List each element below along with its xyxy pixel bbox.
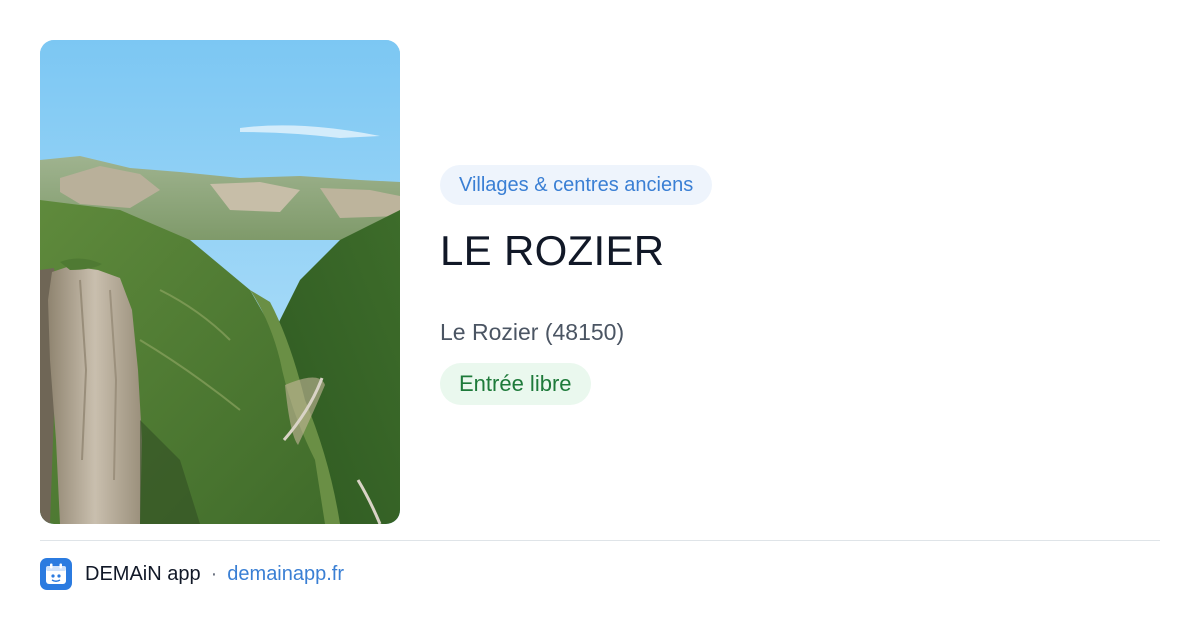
share-card: Villages & centres anciens LE ROZIER Le … (0, 0, 1200, 630)
landscape-photo-illustration (40, 40, 400, 524)
demain-app-icon (40, 558, 72, 590)
place-title: LE ROZIER (440, 227, 665, 274)
place-location: Le Rozier (48150) (440, 319, 625, 345)
footer-separator: · (210, 562, 218, 585)
access-badge: Entrée libre (440, 363, 591, 405)
place-info: Villages & centres anciens LE ROZIER Le … (440, 165, 1160, 405)
place-photo (40, 40, 400, 524)
footer: DEMAiN app · demainapp.fr (40, 557, 344, 591)
app-name: DEMAiN app (85, 562, 201, 585)
footer-divider (40, 540, 1160, 541)
category-badge: Villages & centres anciens (440, 165, 713, 205)
app-domain-link[interactable]: demainapp.fr (227, 563, 344, 586)
